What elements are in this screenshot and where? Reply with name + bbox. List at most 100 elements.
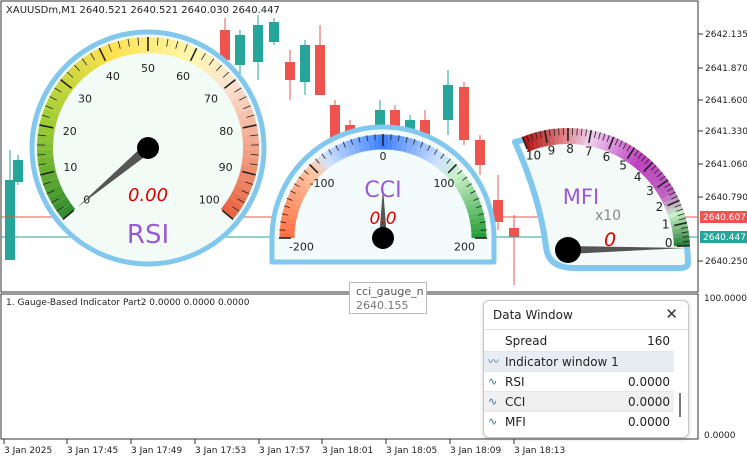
rsi-band-segment [72,73,77,79]
subwindow-scale-bottom: 0.0000 [704,431,736,441]
cci-band-segment [319,163,323,166]
data-row-value: 0.0000 [628,392,670,412]
mfi-band-segment [666,192,668,196]
data-window[interactable]: Data Window ✕ Spread 160 〰 Indicator win… [483,300,689,438]
data-row-label: RSI [505,372,525,392]
rsi-band-segment [171,48,179,50]
data-row-cci: ∿ CCI 0.0000 [484,391,674,412]
price-axis: 2642.1352641.8702641.6002641.3302641.060… [698,30,747,267]
data-window-scrollbar[interactable] [679,393,681,417]
rsi-band-segment [50,180,53,187]
cci-value: 0.0 [369,209,396,229]
rsi-band-segment [62,85,67,91]
rsi-band-segment [46,127,47,135]
mfi-multiplier: x10 [595,208,621,224]
rsi-band-segment [232,202,236,208]
candle-body [459,87,469,140]
rsi-tick-label: 40 [106,70,120,83]
cci-band-segment [290,208,291,213]
mfi-tick-label: 7 [585,144,593,158]
rsi-tick-label: 80 [219,125,233,138]
chart-title: XAUUSDm,M1 2640.521 2640.521 2640.030 26… [6,5,280,16]
rsi-band-segment [227,208,232,214]
mfi-tick-label: 10 [526,148,541,162]
cci-band-segment [422,150,427,152]
line-series-icon: ∿ [488,392,497,412]
time-tick-label: 3 Jan 2025 [4,446,52,456]
close-icon[interactable]: ✕ [665,305,678,323]
tooltip-object-name: cci_gauge_n [356,285,420,299]
ask-price-tag: 2640.447 [703,233,746,243]
cci-tick-label: -100 [310,177,335,190]
rsi-band-segment [103,52,110,55]
cci-band-segment [461,182,464,186]
spread-label: Spread [505,331,547,351]
time-tick-label: 3 Jan 17:49 [131,446,183,456]
rsi-band-segment [77,68,83,73]
rsi-band-segment [200,59,207,63]
rsi-tick-label: 60 [176,70,190,83]
mfi-band-segment [675,212,676,216]
mfi-band-segment [650,171,653,174]
cci-band-segment [305,178,308,182]
candle-body [269,22,279,42]
mfi-band-segment [551,137,555,138]
rsi-band-segment [132,45,140,46]
price-tick-label: 2641.600 [705,96,747,106]
cci-band-segment [300,186,303,190]
candle-body [235,35,245,65]
rsi-tick-label: 90 [219,161,233,174]
object-tooltip: cci_gauge_n 2640.155 [349,282,427,314]
rsi-band-segment [229,85,234,91]
rsi-tick-label: 100 [199,193,220,206]
rsi-band-segment [243,180,246,187]
candle-body [443,85,453,120]
candle-body [475,140,485,165]
data-row-rsi: ∿ RSI 0.0000 [484,371,674,392]
mfi-band-segment [664,188,666,192]
cci-band-segment [292,204,294,209]
subwindow-label: 1. Gauge-Based Indicator Part2 0.0000 0.… [6,298,250,308]
rsi-band-segment [89,59,96,63]
rsi-band-segment [248,165,250,173]
rsi-value: 0.00 [128,185,168,206]
rsi-tick-label: 10 [63,161,77,174]
cci-band-segment [293,199,295,204]
spread-value: 160 [647,331,670,351]
cci-band-segment [289,213,290,218]
rsi-band-segment [48,173,50,180]
mfi-band-segment [681,233,682,237]
cci-band-segment [353,145,358,146]
data-row-value: 0.0000 [628,412,670,432]
cci-band-segment [344,148,349,150]
cci-band-segment [476,213,477,218]
cci-band-segment [368,143,373,144]
spread-row: Spread 160 [484,331,674,351]
mfi-band-segment [637,159,640,162]
price-tick-label: 2640.250 [705,257,747,267]
cci-band-segment [431,155,435,158]
mfi-band-segment [680,229,681,233]
rsi-band-segment [47,119,49,127]
mfi-band-segment [668,196,670,200]
cci-band-segment [458,178,461,182]
indicator-window-group[interactable]: 〰 Indicator window 1 [484,351,674,372]
price-tick-label: 2642.135 [705,30,747,40]
rsi-band-segment [164,46,172,47]
cci-band-segment [417,148,422,150]
rsi-tick-label: 70 [204,93,218,106]
rsi-band-segment [224,79,229,85]
rsi-band-segment [246,173,248,180]
data-row-label: CCI [505,392,525,412]
mfi-tick-label: 6 [603,150,611,164]
cci-band-segment [288,218,289,223]
line-series-icon: ∿ [488,372,497,392]
mfi-value: 0 [604,229,616,251]
rsi-band-segment [219,73,224,79]
candle-body [285,62,295,80]
mfi-tick-label: 8 [566,142,574,156]
time-tick-label: 3 Jan 17:45 [67,446,118,456]
cci-band-segment [408,145,413,146]
rsi-band-segment [156,45,164,46]
cci-band-segment [393,143,398,144]
